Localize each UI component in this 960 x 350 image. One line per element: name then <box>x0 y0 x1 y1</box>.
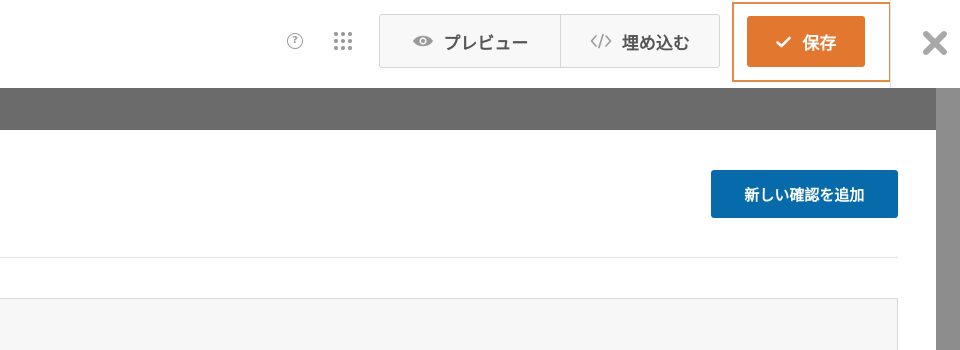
confirmation-item-box[interactable] <box>0 298 898 350</box>
top-toolbar: ? プレビュー 埋め込む 保存 <box>0 0 960 88</box>
toolbar-divider <box>890 0 891 88</box>
save-button[interactable]: 保存 <box>747 16 865 67</box>
embed-label: 埋め込む <box>622 33 690 54</box>
close-icon[interactable] <box>921 29 949 57</box>
panel-divider <box>0 257 898 258</box>
preview-label: プレビュー <box>443 33 529 54</box>
code-icon <box>590 33 612 49</box>
help-icon[interactable]: ? <box>287 33 303 49</box>
preview-embed-button-group: プレビュー 埋め込む <box>379 14 720 68</box>
preview-button[interactable]: プレビュー <box>380 15 561 67</box>
add-confirmation-button[interactable]: 新しい確認を追加 <box>711 170 898 218</box>
overlay-scrollbar[interactable] <box>936 88 960 350</box>
form-builder-screen: ? プレビュー 埋め込む 保存 新しい確認を追加 <box>0 0 960 350</box>
embed-button[interactable]: 埋め込む <box>561 15 719 67</box>
save-label: 保存 <box>802 34 837 54</box>
apps-grid-icon[interactable] <box>332 30 354 52</box>
add-confirmation-label: 新しい確認を追加 <box>744 185 865 204</box>
checkmark-icon <box>775 36 791 47</box>
eye-icon <box>412 35 433 47</box>
